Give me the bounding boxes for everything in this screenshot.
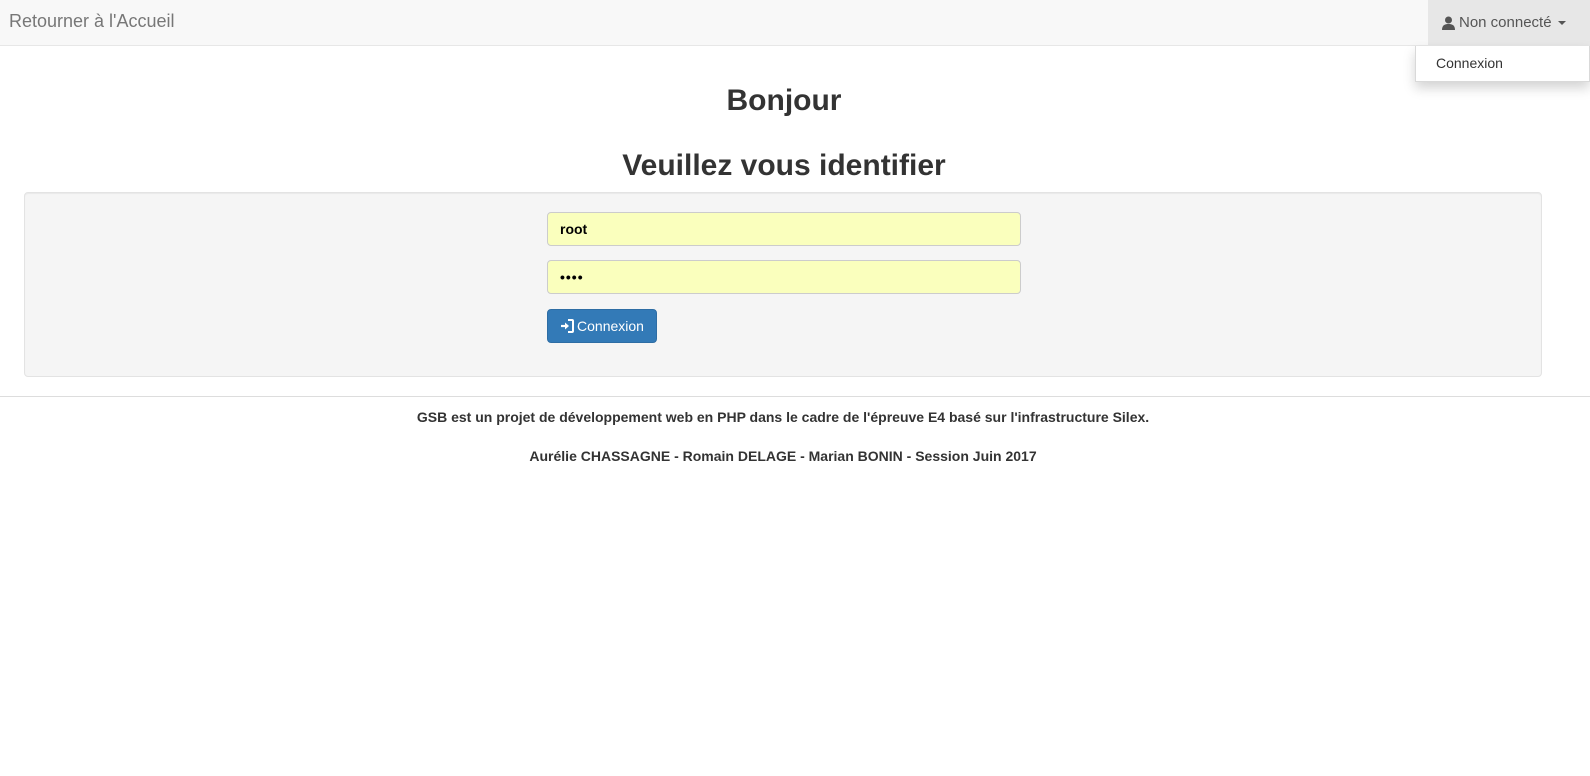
user-status-label: Non connecté [1459,14,1552,31]
home-link[interactable]: Retourner à l'Accueil [9,11,175,31]
login-form-panel: Connexion [24,192,1542,377]
navbar: Retourner à l'Accueil Non connecté [0,0,1590,46]
footer-project-description: GSB est un projet de développement web e… [416,409,1150,425]
footer-authors: Aurélie CHASSAGNE - Romain DELAGE - Mari… [529,448,1037,464]
caret-down-icon [1557,20,1566,25]
login-submit-button[interactable]: Connexion [547,309,657,343]
dropdown-item-connexion[interactable]: Connexion [1436,55,1503,71]
login-prompt-heading: Veuillez vous identifier [622,149,946,182]
user-menu-toggle[interactable]: Non connecté [1428,0,1590,45]
user-icon [1442,16,1455,30]
login-submit-label: Connexion [577,318,644,334]
password-input[interactable] [547,260,1021,294]
footer-divider [0,396,1590,397]
user-dropdown-menu: Connexion [1415,46,1590,82]
greeting-heading: Bonjour [726,84,842,117]
log-in-icon [560,319,575,333]
login-input[interactable] [547,212,1021,246]
